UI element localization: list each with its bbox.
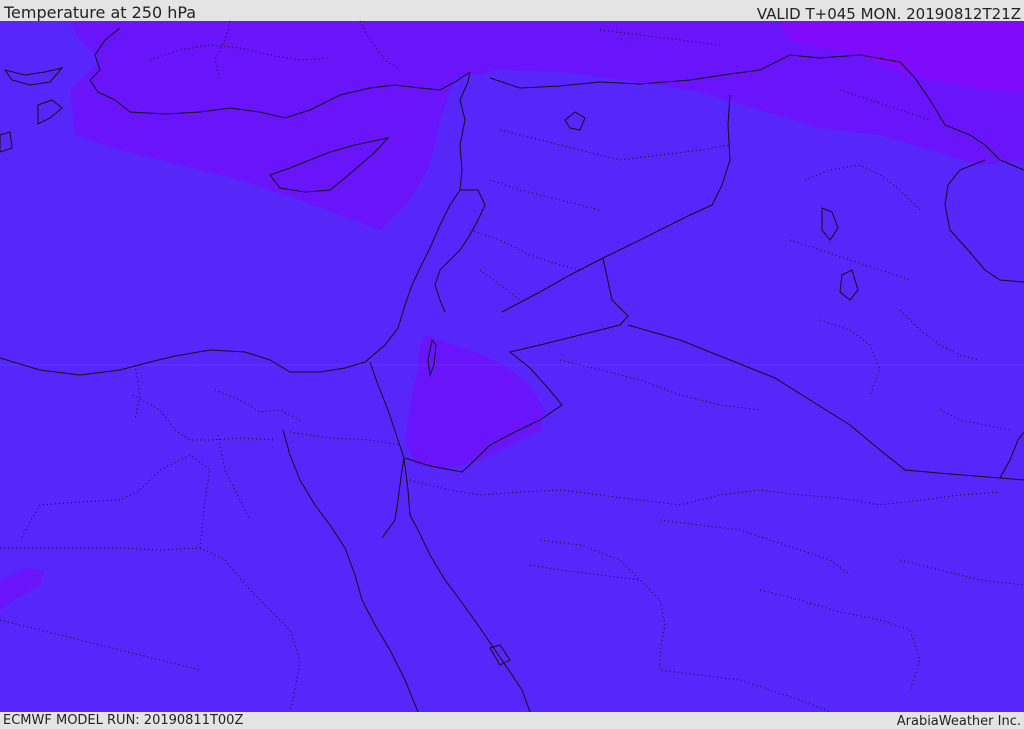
footer-bar: ECMWF MODEL RUN: 20190811T00Z ArabiaWeat… [0,712,1024,729]
map-area [0,21,1024,712]
model-run-label: ECMWF MODEL RUN: 20190811T00Z [3,713,244,728]
map-title: Temperature at 250 hPa [4,3,197,22]
weather-map [0,21,1024,712]
credit-label: ArabiaWeather Inc. [896,714,1021,729]
header-bar: Temperature at 250 hPa VALID T+045 MON. … [0,0,1024,23]
